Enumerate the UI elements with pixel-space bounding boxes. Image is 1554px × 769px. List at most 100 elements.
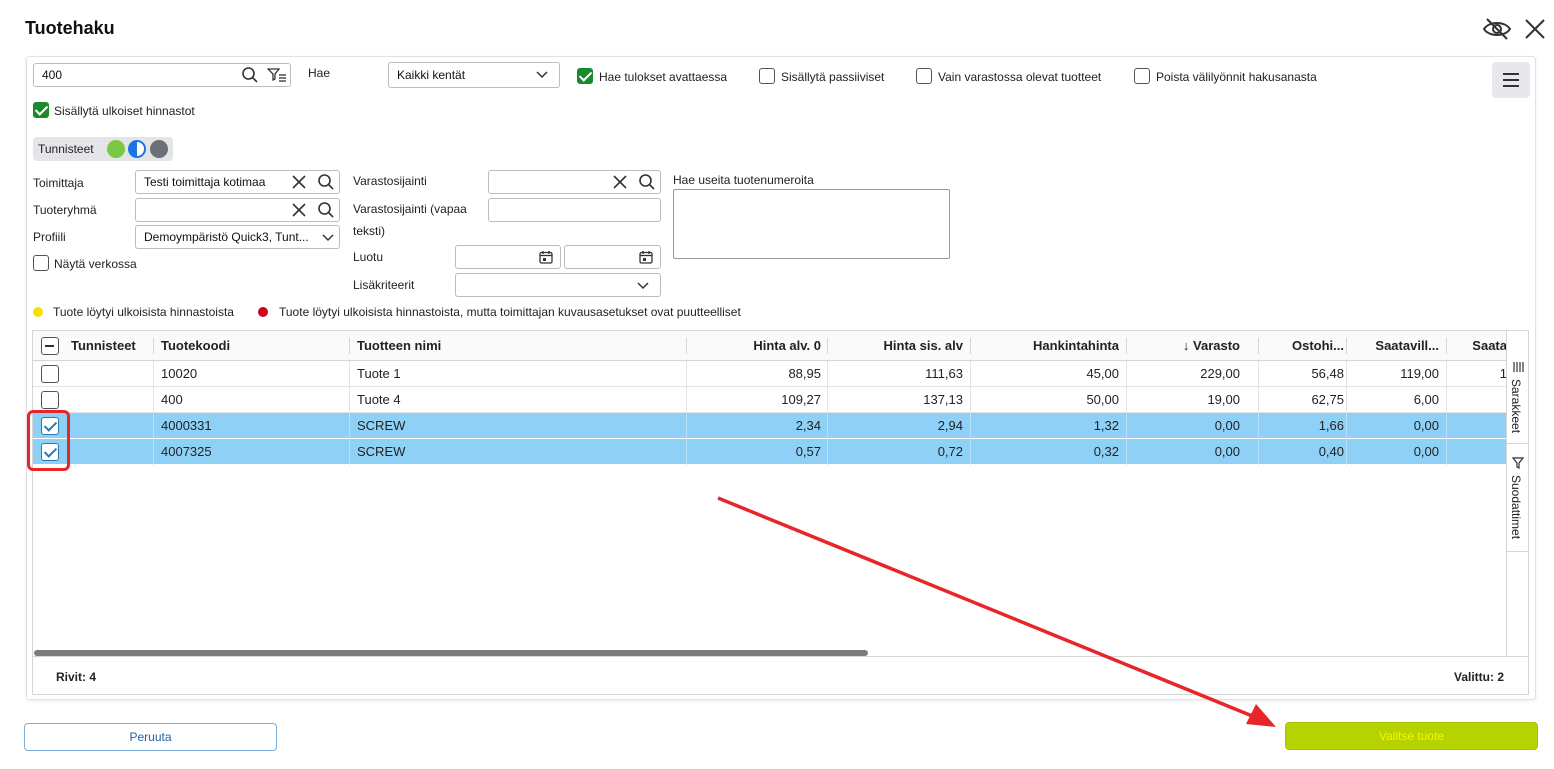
column-header[interactable]: Saatavill... — [1351, 331, 1439, 361]
column-header[interactable]: Tuotteen nimi — [357, 331, 677, 361]
column-header[interactable]: Saata — [1453, 331, 1507, 361]
filter-list-icon[interactable] — [267, 67, 287, 83]
column-header[interactable]: Tuotekoodi — [161, 331, 341, 361]
tag-gray-dot[interactable] — [150, 140, 168, 158]
option-checkbox-1[interactable] — [759, 68, 775, 84]
product-group-input[interactable] — [135, 198, 340, 222]
profile-label: Profiili — [33, 230, 66, 244]
grid-footer: Rivit: 4 Valittu: 2 — [33, 656, 1528, 694]
chevron-down-icon — [637, 282, 649, 290]
legend-red-dot — [258, 307, 268, 317]
table-cell — [1453, 413, 1507, 439]
table-cell: 62,75 — [1311, 392, 1344, 407]
column-header[interactable]: Hankintahinta — [976, 331, 1119, 361]
clear-icon[interactable] — [292, 203, 306, 217]
calendar-icon[interactable] — [539, 250, 553, 264]
option-label-0: Hae tulokset avattaessa — [599, 70, 728, 84]
tags-filter[interactable]: Tunnisteet — [33, 137, 173, 161]
table-cell: 56,48 — [1311, 366, 1344, 381]
search-field-select[interactable]: Kaikki kentät — [388, 62, 560, 88]
column-header[interactable]: Tunnisteet — [71, 331, 151, 361]
table-cell: 45,00 — [1086, 366, 1119, 381]
columns-tool-label: Sarakkeet — [1509, 379, 1523, 434]
table-cell: 4007325 — [161, 444, 212, 459]
column-header[interactable]: Hinta sis. alv — [833, 331, 963, 361]
select-all-checkbox[interactable] — [41, 337, 59, 355]
column-header[interactable]: ↓ Varasto — [1132, 331, 1240, 361]
chevron-down-icon — [322, 234, 334, 242]
option-label-1: Sisällytä passiiviset — [781, 70, 885, 84]
column-header[interactable]: Ostohi... — [1263, 331, 1344, 361]
hamburger-icon — [1503, 73, 1519, 87]
clear-icon[interactable] — [613, 175, 627, 189]
option-checkbox-3[interactable] — [1134, 68, 1150, 84]
table-cell: 0,00 — [1214, 444, 1240, 459]
location-input[interactable] — [488, 170, 661, 194]
extra-criteria-select[interactable] — [455, 273, 661, 297]
location-label: Varastosijainti — [353, 174, 427, 188]
table-cell — [1453, 387, 1507, 413]
filters-tool-button[interactable]: Suodattimet — [1507, 445, 1528, 552]
search-icon[interactable] — [317, 173, 335, 191]
multi-search-textarea[interactable] — [673, 189, 950, 259]
option-checkbox-2[interactable] — [916, 68, 932, 84]
location-free-label: Varastosijainti (vapaa — [353, 202, 467, 216]
table-cell: 229,00 — [1200, 366, 1240, 381]
hae-label: Hae — [308, 66, 331, 80]
table-cell: Tuote 1 — [357, 366, 401, 381]
legend-yellow-dot — [33, 307, 43, 317]
search-value: 400 — [42, 68, 63, 82]
table-cell: 4000331 — [161, 418, 212, 433]
table-cell: 137,13 — [923, 392, 963, 407]
cancel-button[interactable]: Peruuta — [24, 723, 277, 751]
row-checkbox[interactable] — [41, 391, 59, 409]
extra-criteria-label: Lisäkriteerit — [353, 278, 415, 292]
option-label-3: Poista välilyönnit hakusanasta — [1156, 70, 1317, 84]
table-row[interactable]: 10020 Tuote 1 88,95 111,63 45,00 229,00 56,48 1… — [33, 361, 1507, 387]
table-row[interactable]: 4007325 SCREW 0,57 0,72 0,32 0,00 0,40 0,00 — [33, 439, 1507, 465]
search-icon[interactable] — [317, 201, 335, 219]
columns-tool-button[interactable]: Sarakkeet — [1507, 331, 1528, 444]
show-web-label: Näytä verkossa — [54, 257, 137, 271]
include-external-label: Sisällytä ulkoiset hinnastot — [54, 104, 195, 118]
tag-green-dot[interactable] — [107, 140, 125, 158]
menu-button[interactable] — [1492, 62, 1530, 98]
selection-highlight — [27, 410, 70, 471]
table-cell: 0,72 — [937, 444, 963, 459]
profile-value: Demoympäristö Quick3, Tunt... — [144, 230, 309, 244]
search-icon[interactable] — [241, 66, 259, 84]
supplier-value: Testi toimittaja kotimaa — [144, 175, 266, 189]
grid-side-panel: Sarakkeet Suodattimet — [1506, 331, 1528, 656]
search-icon[interactable] — [638, 173, 656, 191]
table-cell: SCREW — [357, 444, 406, 459]
funnel-icon — [1512, 457, 1524, 469]
select-product-button[interactable]: Valitse tuote — [1285, 722, 1538, 750]
table-cell: 2,94 — [937, 418, 963, 433]
table-cell: 1,32 — [1093, 418, 1119, 433]
supplier-input[interactable]: Testi toimittaja kotimaa — [135, 170, 340, 194]
show-web-checkbox[interactable] — [33, 255, 49, 271]
tag-half-dot[interactable] — [128, 140, 146, 158]
multi-search-label: Hae useita tuotenumeroita — [673, 173, 814, 187]
hide-eye-icon[interactable] — [1482, 16, 1512, 42]
include-external-checkbox[interactable] — [33, 102, 49, 118]
columns-icon — [1513, 362, 1524, 372]
column-header[interactable]: Hinta alv. 0 — [693, 331, 821, 361]
location-free-input[interactable] — [488, 198, 661, 222]
option-label-2: Vain varastossa olevat tuotteet — [938, 70, 1102, 84]
table-cell: 88,95 — [788, 366, 821, 381]
table-cell: 0,40 — [1318, 444, 1344, 459]
table-cell: SCREW — [357, 418, 406, 433]
calendar-icon[interactable] — [639, 250, 653, 264]
table-cell — [1453, 439, 1507, 465]
close-icon[interactable] — [1524, 18, 1546, 40]
row-checkbox[interactable] — [41, 365, 59, 383]
created-label: Luotu — [353, 250, 384, 264]
table-cell: 0,00 — [1413, 418, 1439, 433]
option-checkbox-0[interactable] — [577, 68, 593, 84]
table-row[interactable]: 4000331 SCREW 2,34 2,94 1,32 0,00 1,66 0,00 — [33, 413, 1507, 439]
profile-select[interactable]: Demoympäristö Quick3, Tunt... — [135, 225, 340, 249]
clear-icon[interactable] — [292, 175, 306, 189]
table-row[interactable]: 400 Tuote 4 109,27 137,13 50,00 19,00 62,75 6,0… — [33, 387, 1507, 413]
table-cell: 1 — [1499, 366, 1507, 381]
